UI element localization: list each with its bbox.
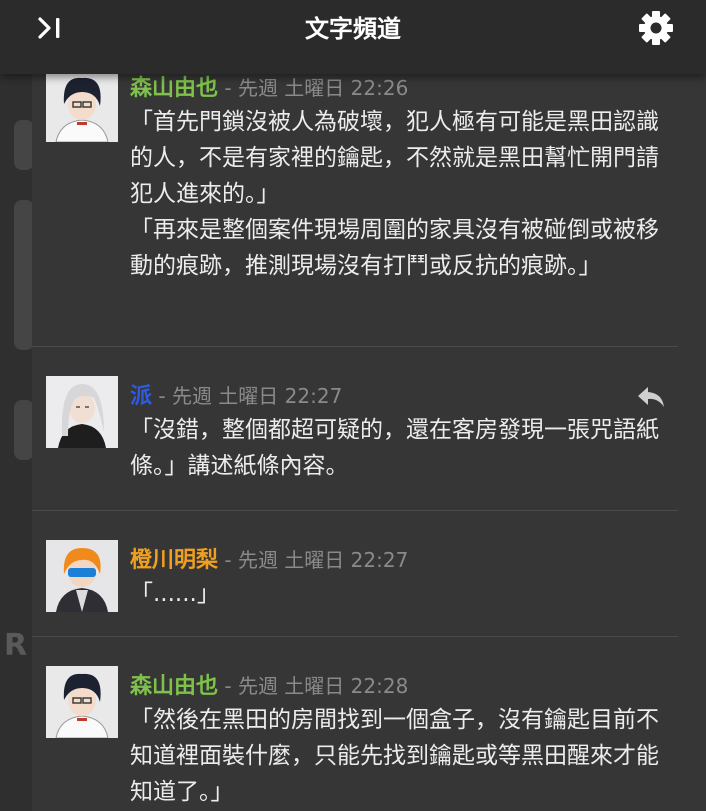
message-line: 「沒錯，整個都超可疑的，還在客房發現一張咒語紙條。」講述紙條內容。 — [130, 417, 659, 479]
message-line: 「再來是整個案件現場周圍的家具沒有被碰倒或被移動的痕跡，推測現場沒有打鬥或反抗的… — [130, 217, 659, 279]
message-meta: 森山由也 - 先週 土曜日 22:26 — [130, 70, 408, 102]
channel-header: 文字頻道 — [0, 0, 706, 74]
message-line: 「然後在黑田的房間找到一個盒子，沒有鑰匙目前不知道裡面裝什麼，只能先找到鑰匙或等… — [130, 707, 659, 805]
timestamp: - 先週 土曜日 22:26 — [224, 76, 409, 100]
avatar[interactable] — [46, 70, 118, 142]
gear-icon — [639, 11, 673, 45]
message-meta: 森山由也 - 先週 土曜日 22:28 — [130, 668, 408, 700]
message-divider — [32, 510, 678, 511]
author-name[interactable]: 橙川明梨 — [130, 548, 218, 573]
avatar-image — [46, 376, 118, 448]
reply-icon — [638, 387, 664, 407]
background-shape — [14, 120, 34, 170]
message-line: 「......」 — [130, 581, 220, 607]
background-shape — [14, 400, 34, 460]
author-name[interactable]: 派 — [130, 384, 152, 409]
author-name[interactable]: 森山由也 — [130, 674, 218, 699]
timestamp: - 先週 土曜日 22:27 — [158, 384, 343, 408]
channel-title: 文字頻道 — [305, 15, 401, 43]
avatar-image — [46, 70, 118, 142]
avatar[interactable] — [46, 376, 118, 448]
message-content: 「沒錯，整個都超可疑的，還在客房發現一張咒語紙條。」講述紙條內容。 — [130, 412, 680, 484]
message-line: 「首先門鎖沒被人為破壞，犯人極有可能是黑田認識的人，不是有家裡的鑰匙，不然就是黑… — [130, 109, 659, 207]
message-content: 「......」 — [130, 576, 680, 612]
avatar-image — [46, 540, 118, 612]
timestamp: - 先週 土曜日 22:28 — [224, 674, 409, 698]
message-content: 「然後在黑田的房間找到一個盒子，沒有鑰匙目前不知道裡面裝什麼，只能先找到鑰匙或等… — [130, 702, 680, 810]
avatar[interactable] — [46, 666, 118, 738]
settings-button[interactable] — [637, 9, 675, 47]
message-meta: 橙川明梨 - 先週 土曜日 22:27 — [130, 542, 408, 574]
timestamp: - 先週 土曜日 22:27 — [224, 548, 409, 572]
avatar[interactable] — [46, 540, 118, 612]
author-name[interactable]: 森山由也 — [130, 76, 218, 101]
avatar-image — [46, 666, 118, 738]
message-meta: 派 - 先週 土曜日 22:27 — [130, 378, 342, 410]
message-content: 「首先門鎖沒被人為破壞，犯人極有可能是黑田認識的人，不是有家裡的鑰匙，不然就是黑… — [130, 104, 680, 284]
background-sidebar: R — [0, 0, 34, 811]
message-divider — [32, 636, 678, 637]
background-shape — [14, 200, 34, 350]
message-divider — [32, 346, 678, 347]
reply-button[interactable] — [636, 384, 666, 410]
background-letter: R — [4, 628, 28, 663]
